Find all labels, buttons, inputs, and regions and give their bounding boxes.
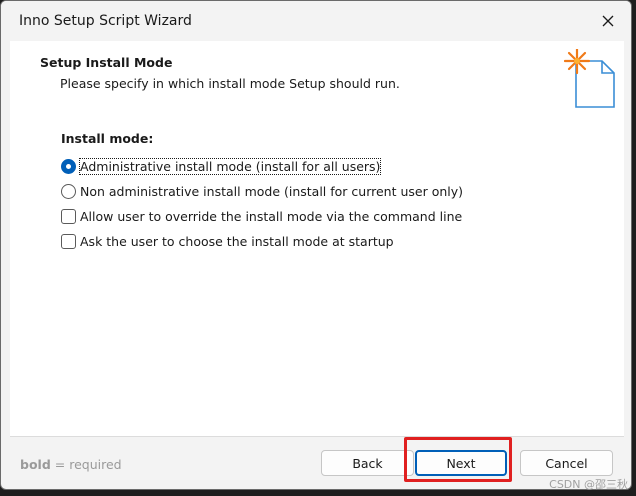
wizard-header: Setup Install Mode Please specify in whi… [10, 41, 624, 113]
back-button-label: Back [352, 455, 383, 471]
checkbox-unchecked-icon[interactable] [61, 233, 76, 249]
wizard-document-icon [564, 49, 615, 108]
radio-selected-icon[interactable] [61, 158, 76, 174]
window-title: Inno Setup Script Wizard [19, 13, 192, 29]
install-mode-label: Install mode: [61, 131, 154, 146]
allow-override-label[interactable]: Allow user to override the install mode … [80, 209, 462, 224]
wizard-window: Inno Setup Script Wizard Setup Install M… [0, 0, 632, 490]
ask-user-label[interactable]: Ask the user to choose the install mode … [80, 234, 394, 249]
title-bar[interactable]: Inno Setup Script Wizard [1, 1, 631, 41]
cancel-button[interactable]: Cancel [520, 450, 613, 476]
back-button[interactable]: Back [321, 450, 414, 476]
cancel-button-label: Cancel [545, 455, 588, 471]
allow-override-checkbox[interactable]: Allow user to override the install mode … [61, 206, 462, 226]
radio-unselected-icon[interactable] [61, 183, 76, 199]
required-legend: bold = required [20, 457, 122, 472]
admin-install-mode-radio[interactable]: Administrative install mode (install for… [61, 156, 382, 176]
non-admin-install-mode-radio[interactable]: Non administrative install mode (install… [61, 181, 463, 201]
watermark: CSDN @邵三秋 [549, 478, 628, 491]
required-text: = required [50, 457, 122, 472]
non-admin-install-mode-label[interactable]: Non administrative install mode (install… [80, 184, 463, 199]
page-subtitle: Please specify in which install mode Set… [60, 76, 400, 91]
footer-divider [10, 436, 624, 437]
close-button[interactable] [585, 1, 631, 41]
page-title: Setup Install Mode [40, 55, 173, 70]
ask-user-checkbox[interactable]: Ask the user to choose the install mode … [61, 231, 394, 251]
bold-word: bold [20, 457, 51, 472]
next-highlight-box [404, 437, 512, 482]
checkbox-unchecked-icon[interactable] [61, 208, 76, 224]
close-icon [602, 15, 614, 27]
wizard-content: Install mode: Administrative install mod… [10, 113, 624, 436]
admin-install-mode-label[interactable]: Administrative install mode (install for… [78, 157, 382, 175]
